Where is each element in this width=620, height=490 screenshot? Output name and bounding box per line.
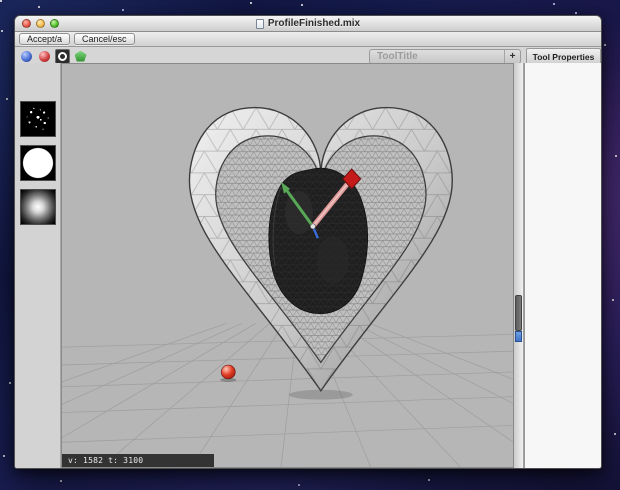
tool-properties-panel (524, 63, 601, 468)
document-icon (256, 19, 264, 29)
scrollbar-thumb[interactable] (515, 295, 522, 331)
gizmo-origin (310, 224, 315, 229)
starfield-dots (0, 0, 2, 2)
circle-brush-tool-button[interactable] (55, 49, 70, 64)
minimize-button[interactable] (36, 19, 45, 28)
action-toolbar: Accept/a Cancel/esc (15, 32, 601, 47)
scrollbar-blue-marker[interactable] (515, 331, 522, 342)
red-sphere-tool-button[interactable] (37, 49, 52, 64)
viewport-scrollbar[interactable] (514, 63, 524, 468)
red-sphere-marker[interactable] (220, 365, 236, 382)
tool-title-bar: ToolTitle + (369, 49, 521, 64)
window-controls (22, 19, 59, 28)
blue-sphere-icon (21, 51, 32, 62)
solid-circle-brush-thumbnail[interactable] (20, 145, 56, 181)
green-pentagon-tool-button[interactable] (73, 49, 88, 64)
title-bar[interactable]: ProfileFinished.mix (15, 16, 601, 32)
viewport-stats: v: 1582 t: 3100 (62, 454, 214, 467)
brush-sidebar (15, 63, 61, 468)
soft-glow-brush-thumbnail[interactable] (20, 189, 56, 225)
spray-dots-brush-thumbnail[interactable] (20, 101, 56, 137)
tool-title-label: ToolTitle (377, 51, 418, 62)
cancel-button[interactable]: Cancel/esc (74, 33, 135, 45)
close-button[interactable] (22, 19, 31, 28)
zoom-button[interactable] (50, 19, 59, 28)
circle-brush-icon (58, 52, 67, 61)
main-content: v: 1582 t: 3100 (15, 63, 601, 468)
accept-button[interactable]: Accept/a (19, 33, 70, 45)
red-sphere-icon (39, 51, 50, 62)
blue-sphere-tool-button[interactable] (19, 49, 34, 64)
add-tool-button[interactable]: + (504, 50, 520, 63)
window-title: ProfileFinished.mix (268, 18, 360, 29)
heart-mesh-scene (62, 64, 513, 467)
pentagon-icon (75, 51, 87, 62)
3d-viewport[interactable]: v: 1582 t: 3100 (61, 63, 514, 468)
app-window: ProfileFinished.mix Accept/a Cancel/esc … (14, 15, 602, 469)
